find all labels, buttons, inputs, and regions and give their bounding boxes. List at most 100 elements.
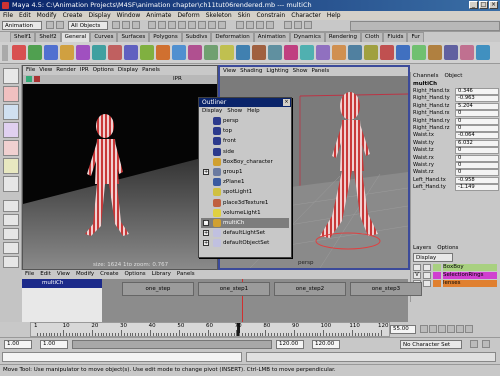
shelf-tool-icon[interactable]: [188, 45, 202, 60]
outliner-item[interactable]: + defaultLightSet: [201, 228, 289, 238]
trax-clip[interactable]: one_step2: [274, 282, 346, 296]
outliner-item[interactable]: + defaultObjectSet: [201, 238, 289, 248]
viewport-menu-show[interactable]: Show: [293, 67, 308, 76]
last-tool-icon[interactable]: [3, 176, 19, 192]
render-view-menu-ipr[interactable]: IPR: [80, 66, 89, 75]
quick-selection-field[interactable]: [350, 21, 500, 31]
range-bar[interactable]: [72, 340, 272, 349]
outliner-menu-help[interactable]: Help: [247, 107, 260, 115]
layer-row[interactable]: lenses: [411, 280, 500, 288]
character-set-dropdown[interactable]: No Character Set: [400, 340, 462, 349]
outliner-layout-icon[interactable]: [3, 242, 19, 254]
trax-menu-file[interactable]: File: [25, 270, 34, 279]
channel-value-field[interactable]: 5.204: [455, 102, 499, 110]
menu-skin[interactable]: Skin: [238, 11, 251, 20]
channel-value-field[interactable]: 0: [455, 124, 499, 132]
maximize-button[interactable]: □: [479, 1, 488, 9]
viewport-menu-shading[interactable]: Shading: [240, 67, 262, 76]
shelf-tool-icon[interactable]: [108, 45, 122, 60]
viewport-menu-panels[interactable]: Panels: [311, 67, 329, 76]
shelf-tool-icon[interactable]: [140, 45, 154, 60]
snap-curve-icon[interactable]: [246, 21, 254, 29]
menu-create[interactable]: Create: [63, 11, 83, 20]
channel-row[interactable]: Left_Hand.ty -1.149: [411, 184, 500, 192]
render-view-menu-view[interactable]: View: [39, 66, 52, 75]
command-input[interactable]: [2, 352, 242, 362]
channel-value-field[interactable]: 0.346: [455, 88, 499, 95]
snap-surface-icon[interactable]: [266, 21, 274, 29]
shelf-tool-icon[interactable]: [204, 45, 218, 60]
shelf-tab-shelf1[interactable]: Shelf1: [10, 32, 36, 42]
select-misc-icon[interactable]: [218, 21, 226, 29]
scale-tool-icon[interactable]: [3, 140, 19, 156]
shelf-tool-icon[interactable]: [172, 45, 186, 60]
outliner-item[interactable]: + multiCh: [201, 217, 289, 229]
channel-row[interactable]: Waist.ty 6.032: [411, 139, 500, 147]
shelf-tab-surfaces[interactable]: Surfaces: [117, 32, 150, 42]
graph-layout-icon[interactable]: [3, 256, 19, 268]
outliner-window[interactable]: Outliner × Display Show Help persp top front…: [198, 97, 292, 258]
channel-row[interactable]: Right_Hand.tz 5.204: [411, 102, 500, 110]
two-view-layout-icon[interactable]: [3, 228, 19, 240]
layer-row[interactable]: V SelectionRings: [411, 272, 500, 280]
layer-mode-dropdown[interactable]: Display: [413, 253, 453, 262]
channel-value-field[interactable]: 0: [455, 117, 499, 125]
rotate-tool-icon[interactable]: [3, 122, 19, 138]
outliner-item[interactable]: volumeLight1: [201, 208, 289, 218]
channel-row[interactable]: Waist.rz 0: [411, 169, 500, 177]
channel-row[interactable]: Right_Hand.rx 0: [411, 110, 500, 118]
ipr-render-icon[interactable]: [294, 21, 302, 29]
selection-mask-dropdown[interactable]: All Objects: [68, 21, 108, 30]
render-view-menu-panels[interactable]: Panels: [142, 66, 160, 75]
shelf-tool-icon[interactable]: [28, 45, 42, 60]
render-globals-icon[interactable]: [304, 21, 312, 29]
select-dynamics-icon[interactable]: [198, 21, 206, 29]
shelf-tool-icon[interactable]: [60, 45, 74, 60]
outliner-item[interactable]: zPlane1: [201, 177, 289, 187]
expand-icon[interactable]: +: [203, 230, 209, 237]
menu-display[interactable]: Display: [89, 11, 111, 20]
layer-template-toggle[interactable]: [423, 272, 431, 279]
channel-value-field[interactable]: 0: [455, 110, 499, 118]
layer-row[interactable]: BoxBoy: [411, 264, 500, 272]
trax-menu-modify[interactable]: Modify: [76, 270, 94, 279]
trax-clip[interactable]: one_step: [122, 282, 194, 296]
menu-file[interactable]: File: [3, 11, 13, 20]
channel-row[interactable]: Waist.ry 0: [411, 161, 500, 169]
expand-icon[interactable]: +: [203, 240, 209, 247]
shelf-tool-icon[interactable]: [396, 45, 410, 60]
shelf-tool-icon[interactable]: [332, 45, 346, 60]
range-end-field[interactable]: 120.00: [276, 340, 304, 349]
channel-value-field[interactable]: 6.032: [455, 139, 499, 147]
channel-row[interactable]: Waist.tz 0: [411, 147, 500, 155]
menu-character[interactable]: Character: [291, 11, 321, 20]
minimize-button[interactable]: _: [469, 1, 478, 9]
range-start-field[interactable]: 1.00: [40, 340, 68, 349]
layer-visibility-toggle[interactable]: V: [413, 272, 421, 279]
menu-skeleton[interactable]: Skeleton: [206, 11, 232, 20]
shelf-tool-icon[interactable]: [380, 45, 394, 60]
menu-modify[interactable]: Modify: [37, 11, 57, 20]
select-joints-icon[interactable]: [158, 21, 166, 29]
outliner-close-button[interactable]: ×: [283, 99, 290, 106]
shelf-tool-icon[interactable]: [316, 45, 330, 60]
trax-clip[interactable]: one_step1: [198, 282, 270, 296]
render-view-menu-options[interactable]: Options: [93, 66, 114, 75]
channel-row[interactable]: Waist.tx -0.064: [411, 132, 500, 140]
shelf-menu-icon[interactable]: [2, 45, 8, 61]
shelf-tab-shelf2[interactable]: Shelf2: [35, 32, 61, 42]
new-scene-icon[interactable]: [46, 21, 54, 29]
layer-template-toggle[interactable]: [423, 264, 431, 271]
outliner-item[interactable]: side: [201, 147, 289, 157]
play-back-icon[interactable]: [438, 325, 446, 333]
open-scene-icon[interactable]: [56, 21, 64, 29]
shelf-tool-icon[interactable]: [124, 45, 138, 60]
object-mode-icon[interactable]: [122, 21, 130, 29]
select-tool-icon[interactable]: [3, 68, 19, 84]
expand-icon[interactable]: +: [203, 219, 209, 226]
shelf-tab-animation[interactable]: Animation: [253, 32, 290, 42]
play-forward-icon[interactable]: [447, 325, 455, 333]
layers-options-item[interactable]: Options: [437, 244, 458, 252]
start-time-field[interactable]: 1.00: [4, 340, 32, 349]
channel-value-field[interactable]: -1.149: [455, 184, 499, 192]
